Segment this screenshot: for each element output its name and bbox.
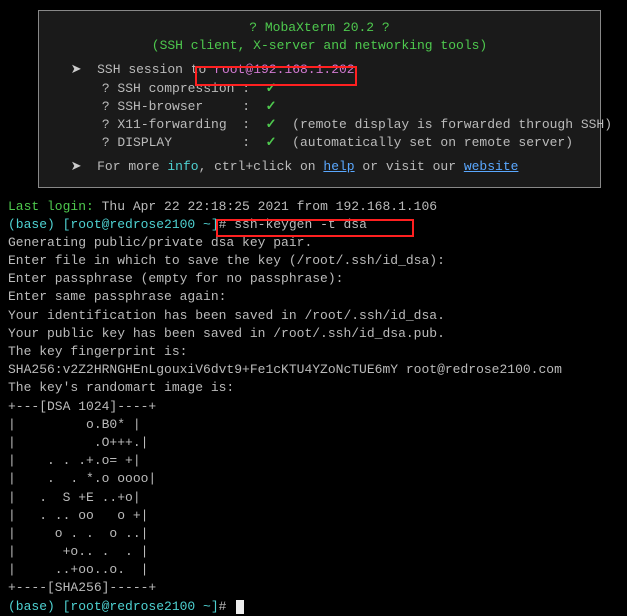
output-line: Enter passphrase (empty for no passphras… (8, 271, 343, 286)
banner-title-line2: (SSH client, X-server and networking too… (55, 37, 584, 55)
welcome-banner: ? MobaXterm 20.2 ? (SSH client, X-server… (38, 10, 601, 188)
output-line: Enter file in which to save the key (/ro… (8, 253, 445, 268)
output-line: Enter same passphrase again: (8, 289, 226, 304)
output-line: | . . *.o oooo| (8, 471, 156, 486)
banner-item: ? SSH compression : ✓ (55, 80, 584, 98)
output-line: | o.B0* | (8, 417, 141, 432)
output-line: | o . . o ..| (8, 526, 148, 541)
output-line: | .O+++.| (8, 435, 148, 450)
banner-title-line1: ? MobaXterm 20.2 ? (55, 19, 584, 37)
banner-session-row: ➤ SSH session to root@192.168.1.202 (55, 61, 584, 79)
output-line: | . .. oo o +| (8, 508, 148, 523)
banner-item: ? SSH-browser : ✓ (55, 98, 584, 116)
output-line: | . . .+.o= +| (8, 453, 141, 468)
output-line: +----[SHA256]-----+ (8, 580, 156, 595)
output-line: | ..+oo..o. | (8, 562, 148, 577)
prompt-env: (base) (8, 599, 55, 614)
prompt-userhost: [root@redrose2100 ~] (55, 217, 219, 232)
output-line: The key's randomart image is: (8, 380, 234, 395)
banner-item: ? X11-forwarding : ✓ (remote display is … (55, 116, 584, 134)
help-link[interactable]: help (323, 159, 354, 174)
output-line: Your public key has been saved in /root/… (8, 326, 445, 341)
command-text: ssh-keygen -t dsa (234, 217, 367, 232)
output-line: SHA256:v2Z2HRNGHEnLgouxiV6dvt9+Fe1cKTU4Y… (8, 362, 562, 377)
banner-help-row: ➤ For more info, ctrl+click on help or v… (55, 158, 584, 176)
output-line: | . S +E ..+o| (8, 490, 141, 505)
website-link[interactable]: website (464, 159, 519, 174)
prompt-env: (base) (8, 217, 55, 232)
last-login-label: Last login: (8, 199, 94, 214)
output-line: Generating public/private dsa key pair. (8, 235, 312, 250)
terminal-area[interactable]: ? MobaXterm 20.2 ? (SSH client, X-server… (8, 10, 619, 616)
prompt-userhost: [root@redrose2100 ~] (55, 599, 219, 614)
banner-item: ? DISPLAY : ✓ (automatically set on remo… (55, 134, 584, 152)
output-line: Your identification has been saved in /r… (8, 308, 445, 323)
output-line: +---[DSA 1024]----+ (8, 399, 156, 414)
output-line: The key fingerprint is: (8, 344, 187, 359)
cursor-block (236, 600, 244, 614)
terminal-output[interactable]: Last login: Thu Apr 22 22:18:25 2021 fro… (8, 198, 619, 616)
